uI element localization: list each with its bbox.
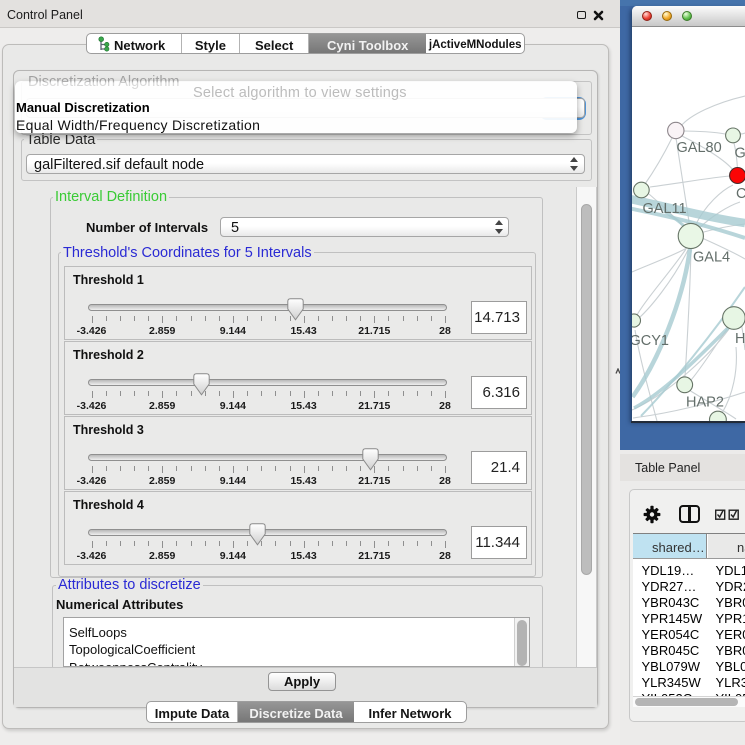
svg-text:GA: GA — [735, 146, 745, 162]
svg-text:H: H — [735, 331, 745, 347]
svg-text:GCY1: GCY1 — [632, 333, 669, 349]
svg-text:HAP2: HAP2 — [686, 395, 724, 411]
svg-text:GAL11: GAL11 — [643, 201, 687, 217]
svg-text:CY: CY — [736, 186, 745, 202]
svg-text:GAL4: GAL4 — [693, 250, 730, 266]
svg-text:GAL80: GAL80 — [677, 140, 722, 156]
